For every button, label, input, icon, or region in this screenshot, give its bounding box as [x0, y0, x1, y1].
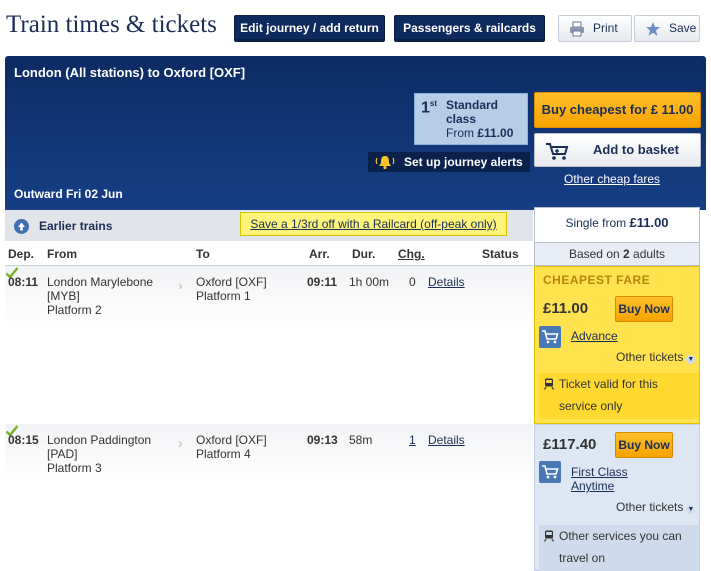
single-price: £11.00	[629, 215, 669, 230]
journey-route: London (All stations) to Oxford [OXF]	[14, 65, 246, 80]
passengers-railcards-button[interactable]: Passengers & railcards	[394, 15, 545, 42]
changes-count: 0	[409, 275, 416, 289]
column-header-status: Status	[482, 247, 519, 261]
departure-time: 08:11	[8, 275, 39, 289]
save-button[interactable]: Save	[634, 15, 700, 42]
journey-alerts-button[interactable]: Set up journey alerts	[368, 152, 530, 172]
star-icon	[646, 22, 660, 36]
cart-icon[interactable]	[539, 326, 561, 348]
to-station: Oxford [OXF] Platform 4	[196, 433, 267, 461]
column-header-arr: Arr.	[309, 247, 330, 261]
chevron-icon: ›	[178, 277, 183, 293]
page-title: Train times & tickets	[6, 11, 217, 38]
printer-icon	[570, 21, 584, 37]
railcard-promo-link[interactable]: Save a 1/3rd off with a Railcard (off-pe…	[240, 212, 507, 236]
cart-icon[interactable]	[539, 461, 561, 483]
cheapest-fare-label: CHEAPEST FARE	[543, 273, 651, 287]
single-fare-tab[interactable]: Single from £11.00	[534, 207, 700, 242]
print-label: Print	[593, 21, 618, 35]
column-header-dur: Dur.	[352, 247, 376, 261]
edit-journey-button[interactable]: Edit journey / add return	[234, 15, 385, 42]
chevron-down-icon: ▼	[686, 355, 696, 364]
column-header-chg[interactable]: Chg.	[398, 247, 425, 261]
buy-now-button[interactable]: Buy Now	[615, 296, 673, 322]
buy-now-button[interactable]: Buy Now	[615, 432, 673, 458]
single-prefix: Single from	[565, 216, 630, 230]
save-label: Save	[669, 21, 697, 35]
duration: 58m	[349, 433, 373, 447]
fare-type-link[interactable]: First Class Anytime	[571, 465, 643, 493]
journey-summary-panel: London (All stations) to Oxford [OXF] Ou…	[5, 56, 706, 210]
outward-date: Outward Fri 02 Jun	[14, 187, 123, 201]
service-row[interactable]: 08:15 London Paddington [PAD] Platform 3…	[5, 424, 533, 571]
fare-validity-note: Ticket valid for this service only	[539, 373, 699, 419]
other-tickets-link[interactable]: Other tickets ▼	[616, 350, 696, 364]
journey-alerts-label: Set up journey alerts	[404, 155, 523, 169]
departure-time: 08:15	[8, 433, 39, 447]
fare-validity-note: Other services you can travel on	[539, 525, 699, 571]
up-arrow-icon	[14, 219, 29, 234]
adults-info: Based on 2 adults	[534, 242, 700, 266]
add-to-basket-label: Add to basket	[593, 142, 679, 157]
column-header-dep: Dep.	[8, 247, 35, 261]
from-station: London Marylebone [MYB] Platform 2	[47, 275, 154, 317]
bell-icon	[375, 156, 395, 170]
table-header: Dep. From To Arr. Dur. Chg. Status	[5, 242, 533, 266]
train-icon	[543, 530, 555, 542]
fare-price: £117.40	[543, 436, 597, 453]
column-header-from: From	[47, 247, 77, 261]
arrival-time: 09:11	[307, 275, 338, 289]
print-button[interactable]: Print	[558, 15, 632, 42]
class-number: 1st	[421, 99, 438, 117]
earlier-trains-label: Earlier trains	[39, 219, 113, 233]
class-selector[interactable]: 1st Standard class From £11.00	[414, 93, 528, 145]
changes-link[interactable]: 1	[409, 433, 416, 447]
column-header-to: To	[196, 247, 210, 261]
other-tickets-link[interactable]: Other tickets ▼	[616, 500, 696, 514]
details-link[interactable]: Details	[428, 275, 465, 289]
fare-type-link[interactable]: Advance	[571, 329, 681, 343]
service-row[interactable]: 08:11 London Marylebone [MYB] Platform 2…	[5, 266, 533, 424]
add-to-basket-button[interactable]: Add to basket	[534, 133, 701, 167]
buy-cheapest-button[interactable]: Buy cheapest for £ 11.00	[534, 92, 701, 128]
other-cheap-fares-link[interactable]: Other cheap fares	[564, 172, 660, 186]
fare-box: £117.40 Buy Now First Class Anytime Othe…	[534, 424, 700, 571]
basket-icon	[546, 143, 569, 160]
to-station: Oxford [OXF] Platform 1	[196, 275, 267, 303]
from-station: London Paddington [PAD] Platform 3	[47, 433, 152, 475]
train-icon	[543, 378, 555, 390]
duration: 1h 00m	[349, 275, 390, 289]
details-link[interactable]: Details	[428, 433, 465, 447]
cheapest-fare-box: CHEAPEST FARE £11.00 Buy Now Advance Oth…	[534, 266, 700, 424]
arrival-time: 09:13	[307, 433, 338, 447]
chevron-down-icon: ▼	[686, 505, 696, 514]
class-name: Standard class	[446, 98, 499, 126]
fare-price: £11.00	[543, 300, 589, 317]
chevron-icon: ›	[178, 435, 183, 451]
class-from-price: From £11.00	[446, 126, 514, 140]
